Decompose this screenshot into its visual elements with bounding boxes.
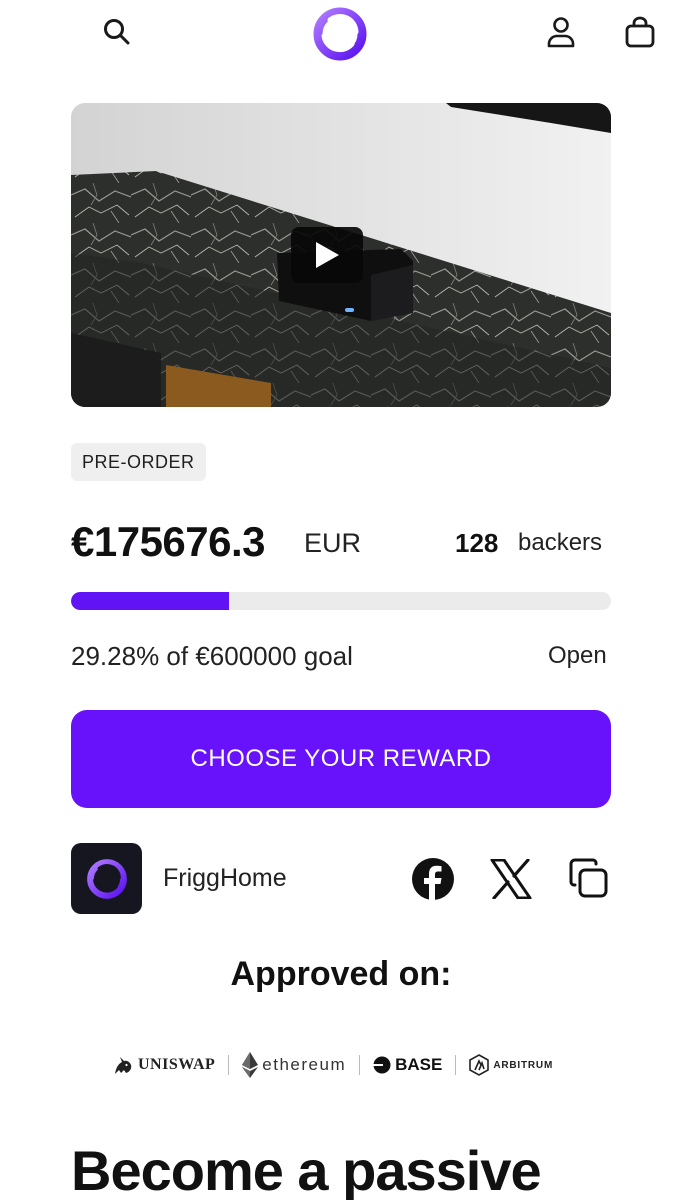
campaign-status: Open	[548, 642, 607, 669]
facebook-icon[interactable]	[410, 856, 456, 902]
goal-text: 29.28% of €600000 goal	[71, 641, 353, 671]
arbitrum-icon	[469, 1054, 490, 1076]
ethereum-icon	[242, 1052, 259, 1078]
section-headline: Become a passive	[71, 1139, 542, 1200]
creator-logo-icon	[86, 858, 127, 899]
approved-title: Approved on:	[230, 955, 452, 993]
base-icon	[373, 1056, 391, 1074]
partner-ethereum: ethereum	[242, 1048, 346, 1082]
creator-name[interactable]: FriggHome	[163, 864, 287, 893]
copy-link-icon[interactable]	[566, 856, 612, 902]
backers-label: backers	[518, 529, 603, 556]
choose-reward-button[interactable]: CHOOSE YOUR REWARD	[71, 710, 611, 808]
backers-count: 128	[455, 528, 499, 558]
currency-label: EUR	[304, 528, 362, 558]
partner-logos: UNISWAP ethereum BASE ARBITRUM	[112, 1048, 572, 1082]
partner-arbitrum: ARBITRUM	[469, 1048, 553, 1082]
funding-progress-fill	[71, 592, 230, 610]
divider	[455, 1055, 457, 1075]
search-icon[interactable]	[97, 12, 137, 52]
status-badge: PRE-ORDER	[71, 443, 206, 481]
play-icon	[316, 242, 339, 268]
partner-uniswap: UNISWAP	[112, 1048, 215, 1082]
shopping-bag-icon[interactable]	[620, 12, 660, 52]
top-header	[0, 0, 682, 70]
brand-logo-icon[interactable]	[310, 4, 370, 64]
play-button[interactable]	[291, 227, 363, 283]
creator-avatar[interactable]	[71, 843, 142, 914]
raised-amount: €175676.3	[71, 518, 266, 565]
divider	[359, 1055, 361, 1075]
product-video[interactable]	[71, 103, 611, 407]
funding-progress-bar	[71, 592, 611, 610]
page: PRE-ORDER €175676.3 EUR 128 backers 29.2…	[0, 0, 682, 1200]
partner-base: BASE	[373, 1048, 442, 1082]
divider	[228, 1055, 230, 1075]
account-icon[interactable]	[541, 12, 581, 52]
x-icon[interactable]	[488, 856, 534, 902]
unicorn-icon	[115, 1057, 132, 1074]
